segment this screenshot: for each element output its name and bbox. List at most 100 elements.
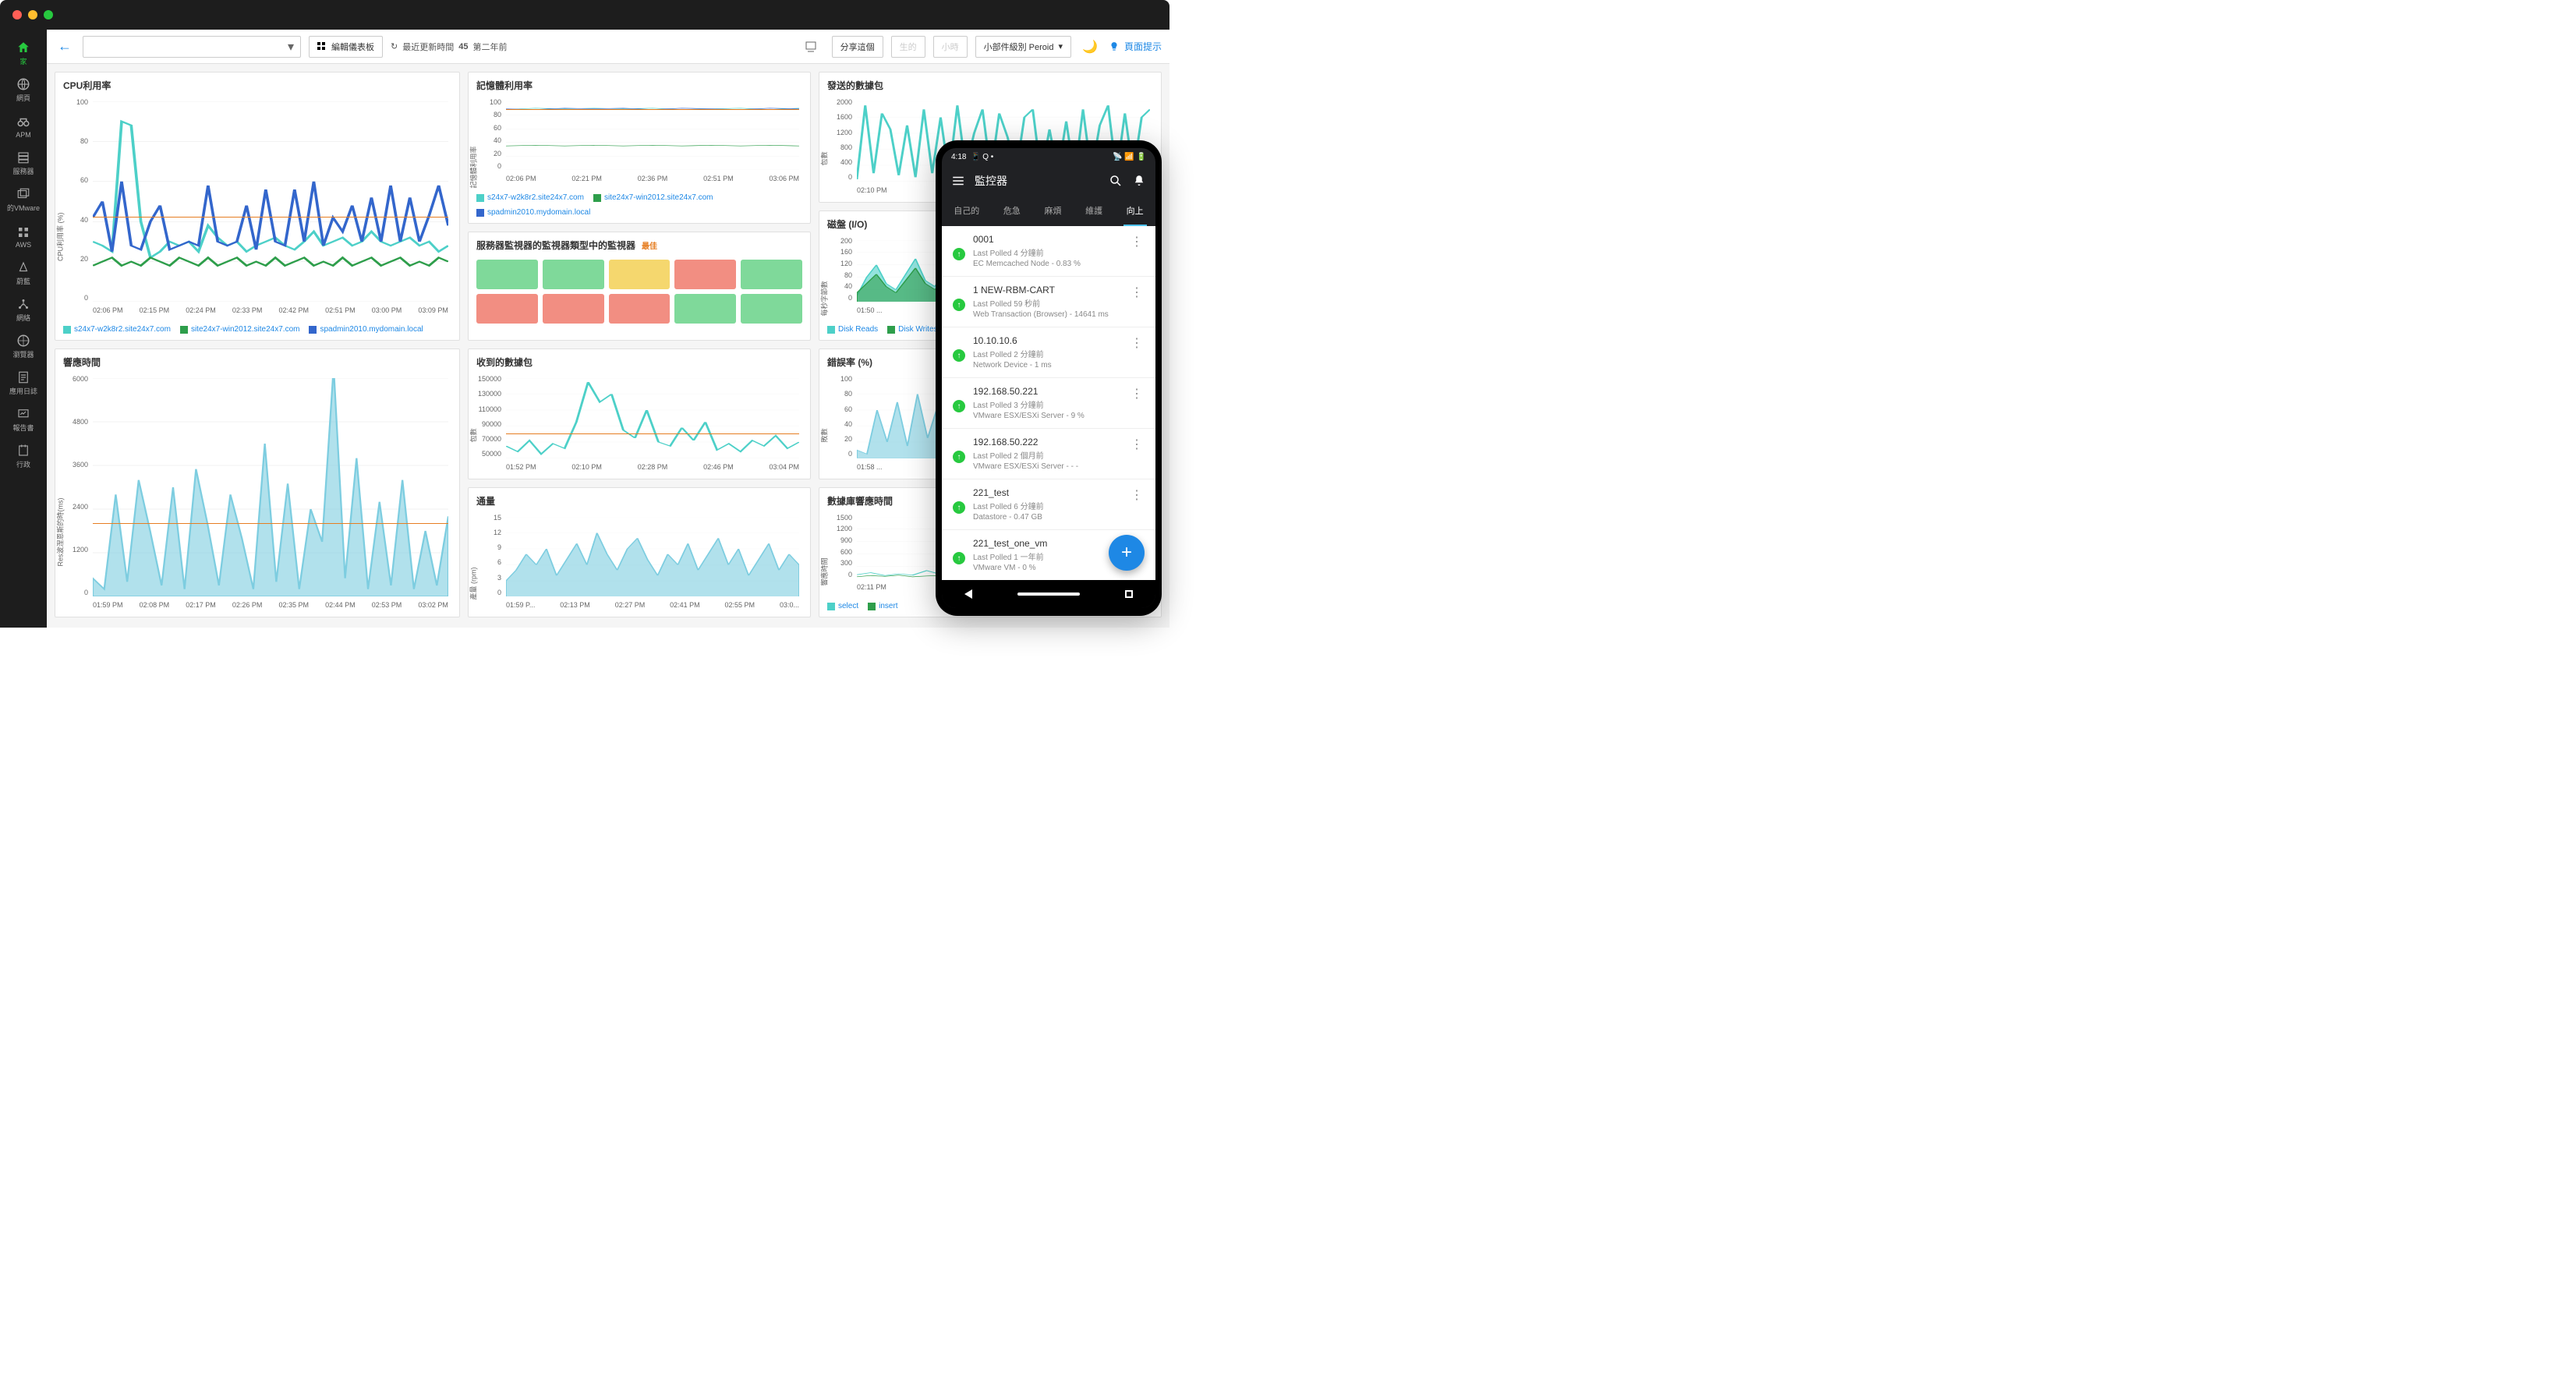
panel-title: 收到的數據包: [469, 349, 810, 372]
panel-cpu: CPU利用率 CPU利用率 (%) 02040608010002:06 PM02…: [55, 72, 460, 341]
share-button[interactable]: 分享這個: [832, 36, 883, 58]
phone-list-item[interactable]: 221_test Last Polled 6 分鐘前 Datastore - 0…: [942, 479, 1155, 530]
nav-aws[interactable]: AWS: [0, 219, 47, 254]
nav-back[interactable]: [964, 589, 972, 599]
phone-header-title: 監控器: [975, 173, 1099, 189]
phone-list-item[interactable]: 192.168.50.221 Last Polled 3 分鐘前 VMware …: [942, 378, 1155, 429]
nav-home[interactable]: 家: [0, 36, 47, 71]
tab-urgent[interactable]: 危急: [1000, 196, 1024, 226]
response-chart[interactable]: Res波涅恩斯的時(ms)01200240036004800600001:59 …: [63, 375, 451, 610]
nav-recent[interactable]: [1125, 590, 1133, 598]
maximize-window-button[interactable]: [44, 10, 53, 19]
nav-network[interactable]: 網絡: [0, 292, 47, 327]
refresh-info[interactable]: ↻ 最近更新時間 45 第二年前: [391, 41, 507, 53]
side-nav: 家 網頁 APM 服務器 的VMware AWS 蔚藍 網絡 瀏覽器 應用日誌 …: [0, 30, 47, 628]
monitor-name: 10.10.10.6: [973, 335, 1121, 346]
nav-web[interactable]: 網頁: [0, 73, 47, 108]
nav-apm[interactable]: APM: [0, 109, 47, 144]
monitor-detail: Datastore - 0.47 GB: [973, 513, 1121, 522]
monitor-polled: Last Polled 2 分鐘前: [973, 348, 1121, 359]
monitor-status-box[interactable]: [674, 260, 736, 289]
status-up-icon: [953, 349, 965, 362]
widget-period-select[interactable]: 小部件級別 Peroid▾: [975, 36, 1071, 58]
monitor-detail: VMware VM - 0 %: [973, 564, 1121, 572]
panel-throughput: 通量 產量 (rpm)0369121501:59 P...02:13 PM02:…: [468, 487, 811, 618]
monitor-status-box[interactable]: [609, 260, 671, 289]
nav-azure[interactable]: 蔚藍: [0, 256, 47, 291]
monitor-detail: VMware ESX/ESXi Server - - -: [973, 462, 1121, 471]
globe-icon: [16, 77, 30, 91]
panel-title: 服務器監視器的監視器類型中的監視器 最佳: [469, 232, 810, 255]
tab-trouble[interactable]: 麻煩: [1041, 196, 1064, 226]
monitor-status-box[interactable]: [741, 260, 802, 289]
nav-browser[interactable]: 瀏覽器: [0, 329, 47, 364]
throughput-chart[interactable]: 產量 (rpm)0369121501:59 P...02:13 PM02:27 …: [476, 514, 802, 611]
phone-app-header: 監控器: [942, 165, 1155, 196]
minimize-window-button[interactable]: [28, 10, 37, 19]
back-button[interactable]: ←: [55, 38, 75, 55]
monitor-name: 221_test: [973, 487, 1121, 498]
close-window-button[interactable]: [12, 10, 22, 19]
raw-button[interactable]: 生的: [891, 36, 925, 58]
phone-list-item[interactable]: 192.168.50.222 Last Polled 2 個月前 VMware …: [942, 429, 1155, 479]
tab-maintenance[interactable]: 維護: [1082, 196, 1106, 226]
nav-servers[interactable]: 服務器: [0, 146, 47, 181]
nav-home[interactable]: [1017, 592, 1080, 596]
phone-list-item[interactable]: 10.10.10.6 Last Polled 2 分鐘前 Network Dev…: [942, 327, 1155, 378]
memory-chart[interactable]: 記憶體利用率02040608010002:06 PM02:21 PM02:36 …: [476, 98, 802, 184]
monitor-polled: Last Polled 1 一年前: [973, 550, 1121, 562]
nav-admin[interactable]: 行政: [0, 439, 47, 474]
dark-mode-toggle[interactable]: 🌙: [1079, 36, 1101, 58]
phone-monitor-list[interactable]: 0001 Last Polled 4 分鐘前 EC Memcached Node…: [942, 226, 1155, 580]
mobile-device-overlay: 4:18 📱 Q • 📡 📶 🔋 監控器 自己的 危急 麻煩 維護 向上 000…: [936, 140, 1162, 616]
tab-own[interactable]: 自己的: [950, 196, 982, 226]
monitor-detail: Web Transaction (Browser) - 14641 ms: [973, 310, 1121, 319]
monitor-polled: Last Polled 59 秒前: [973, 297, 1121, 309]
monitor-status-box[interactable]: [543, 260, 604, 289]
home-icon: [16, 41, 30, 55]
nav-report[interactable]: 報告書: [0, 402, 47, 437]
report-icon: [16, 407, 30, 421]
server-icon: [16, 150, 30, 164]
monitor-status-box[interactable]: [741, 294, 802, 324]
fab-add-button[interactable]: +: [1109, 535, 1145, 571]
phone-list-item[interactable]: 0001 Last Polled 4 分鐘前 EC Memcached Node…: [942, 226, 1155, 277]
tab-up[interactable]: 向上: [1123, 196, 1147, 226]
monitor-name: 0001: [973, 234, 1121, 245]
item-menu-icon[interactable]: ⋮: [1129, 234, 1145, 268]
menu-icon[interactable]: [951, 174, 965, 188]
item-menu-icon[interactable]: ⋮: [1129, 386, 1145, 420]
dashboard-selector[interactable]: ▾: [83, 36, 301, 58]
monitor-status-box[interactable]: [609, 294, 671, 324]
nav-vmware[interactable]: 的VMware: [0, 182, 47, 218]
recv-chart[interactable]: 包數50000700009000011000013000015000001:52…: [476, 375, 802, 472]
search-icon[interactable]: [1109, 174, 1123, 188]
panel-memory: 記憶體利用率 記憶體利用率02040608010002:06 PM02:21 P…: [468, 72, 811, 224]
monitor-status-box[interactable]: [476, 260, 538, 289]
item-menu-icon[interactable]: ⋮: [1129, 437, 1145, 471]
grid-small-icon: [317, 42, 327, 51]
panel-recv-packets: 收到的數據包 包數5000070000900001100001300001500…: [468, 348, 811, 479]
monitor-status-box[interactable]: [674, 294, 736, 324]
hour-button[interactable]: 小時: [933, 36, 968, 58]
nav-applog[interactable]: 應用日誌: [0, 366, 47, 401]
monitor-name: 1 NEW-RBM-CART: [973, 285, 1121, 295]
binoculars-icon: [16, 115, 30, 129]
monitor-detail: VMware ESX/ESXi Server - 9 %: [973, 412, 1121, 420]
monitor-polled: Last Polled 4 分鐘前: [973, 246, 1121, 258]
item-menu-icon[interactable]: ⋮: [1129, 335, 1145, 370]
page-tip-link[interactable]: 頁面提示: [1109, 40, 1162, 53]
item-menu-icon[interactable]: ⋮: [1129, 285, 1145, 319]
monitor-name: 192.168.50.221: [973, 386, 1121, 397]
edit-dashboard-button[interactable]: 編輯儀表板: [309, 36, 383, 58]
item-menu-icon[interactable]: ⋮: [1129, 487, 1145, 522]
phone-list-item[interactable]: 1 NEW-RBM-CART Last Polled 59 秒前 Web Tra…: [942, 277, 1155, 327]
monitor-status-box[interactable]: [476, 294, 538, 324]
refresh-icon: ↻: [391, 41, 398, 51]
cpu-chart[interactable]: CPU利用率 (%) 02040608010002:06 PM02:15 PM0…: [63, 98, 451, 316]
fullscreen-button[interactable]: [798, 36, 824, 58]
status-icons: 📡 📶 🔋: [1113, 153, 1146, 161]
monitor-status-box[interactable]: [543, 294, 604, 324]
bell-icon[interactable]: [1132, 174, 1146, 188]
panel-title: CPU利用率: [55, 73, 459, 95]
